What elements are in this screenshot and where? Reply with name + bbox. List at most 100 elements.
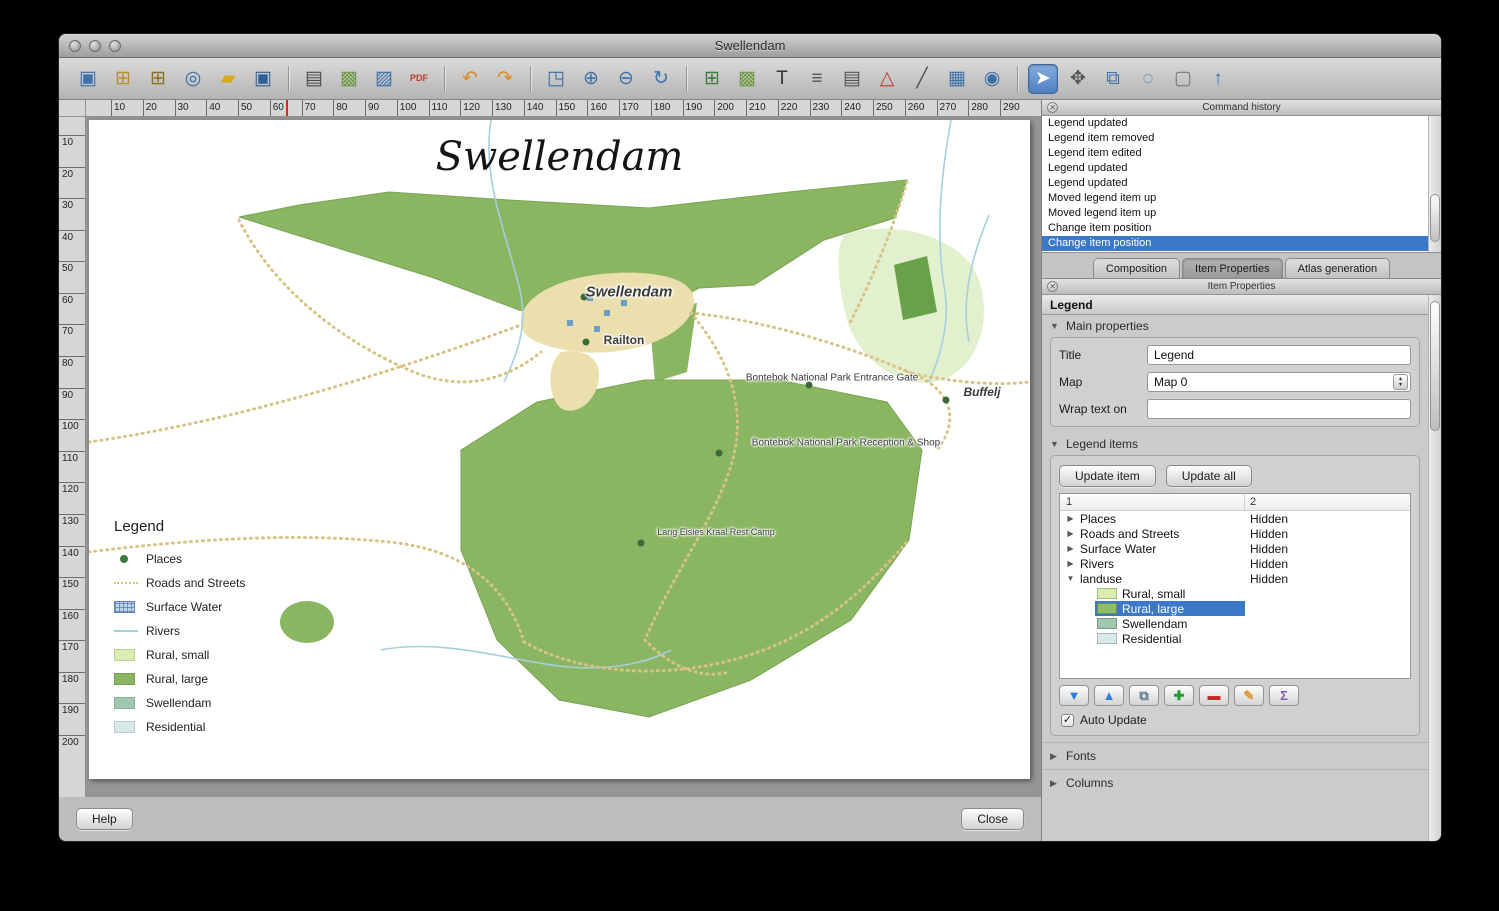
history-scrollbar[interactable] <box>1428 116 1441 252</box>
minimize-window-icon[interactable] <box>89 40 101 52</box>
tree-child-item[interactable]: Swellendam <box>1095 616 1245 631</box>
print-icon[interactable]: ▤ <box>299 64 329 94</box>
new-composition-icon[interactable]: ⊞ <box>108 64 138 94</box>
close-window-icon[interactable] <box>69 40 81 52</box>
tab-atlas-generation[interactable]: Atlas generation <box>1285 258 1391 278</box>
auto-update-checkbox[interactable]: ✓ <box>1061 714 1074 727</box>
history-item[interactable]: Legend updated <box>1042 161 1441 176</box>
tab-item-properties[interactable]: Item Properties <box>1182 258 1283 278</box>
tree-row[interactable]: Residential <box>1060 631 1410 646</box>
move-item-content-icon[interactable]: ✥ <box>1063 64 1093 94</box>
map-dropdown[interactable]: Map 0▴▾ <box>1147 372 1411 392</box>
scrollbar-thumb[interactable] <box>1430 301 1440 431</box>
chevron-down-icon[interactable]: ▼ <box>1065 574 1076 583</box>
add-map-icon[interactable]: ⊞ <box>697 64 727 94</box>
history-item[interactable]: Legend updated <box>1042 116 1441 131</box>
duplicate-composition-icon[interactable]: ⊞ <box>143 64 173 94</box>
add-arrow-icon[interactable]: ╱ <box>907 64 937 94</box>
section-columns[interactable]: ▶Columns <box>1042 769 1428 796</box>
zoom-in-icon[interactable]: ⊕ <box>576 64 606 94</box>
count-symbols-icon[interactable]: Σ <box>1269 685 1299 706</box>
tree-row[interactable]: Rural, large <box>1060 601 1410 616</box>
save-as-template-icon[interactable]: ▣ <box>248 64 278 94</box>
open-folder-icon[interactable]: ▰ <box>213 64 243 94</box>
add-item-icon[interactable]: ✚ <box>1164 685 1194 706</box>
add-label-icon[interactable]: T <box>767 64 797 94</box>
add-image-icon[interactable]: ▩ <box>732 64 762 94</box>
tree-row[interactable]: ▶Surface WaterHidden <box>1060 541 1410 556</box>
title-field[interactable]: Legend <box>1147 345 1411 365</box>
close-button[interactable]: Close <box>961 808 1024 830</box>
tree-child-item[interactable]: Rural, large <box>1095 601 1245 616</box>
tree-row[interactable]: ▼landuseHidden <box>1060 571 1410 586</box>
save-icon[interactable]: ▣ <box>73 64 103 94</box>
add-group-icon[interactable]: ⧉ <box>1129 685 1159 706</box>
history-item[interactable]: Legend item removed <box>1042 131 1441 146</box>
wrap-text-field[interactable] <box>1147 399 1411 419</box>
export-pdf-icon[interactable]: PDF <box>404 64 434 94</box>
properties-scrollbar[interactable] <box>1428 295 1441 841</box>
history-item[interactable]: Change item position <box>1042 221 1441 236</box>
add-legend-icon[interactable]: ≡ <box>802 64 832 94</box>
edit-item-icon[interactable]: ✎ <box>1234 685 1264 706</box>
legend-items-section[interactable]: ▼ Legend items <box>1042 433 1428 455</box>
chevron-right-icon[interactable]: ▶ <box>1065 559 1076 568</box>
tree-column-1: 1 <box>1060 494 1245 510</box>
chevron-right-icon[interactable]: ▶ <box>1065 529 1076 538</box>
map-legend-box[interactable]: Legend PlacesRoads and StreetsSurface Wa… <box>114 518 304 739</box>
redo-icon[interactable]: ↷ <box>490 64 520 94</box>
add-html-frame-icon[interactable]: ◉ <box>977 64 1007 94</box>
add-scalebar-icon[interactable]: ▤ <box>837 64 867 94</box>
history-item[interactable]: Moved legend item up <box>1042 206 1441 221</box>
export-image-icon[interactable]: ▩ <box>334 64 364 94</box>
ungroup-items-icon[interactable]: ◌ <box>1133 64 1163 94</box>
move-item-up-icon[interactable]: ▲ <box>1094 685 1124 706</box>
chevron-right-icon[interactable]: ▶ <box>1065 544 1076 553</box>
remove-item-icon[interactable]: ▬ <box>1199 685 1229 706</box>
zoom-full-icon[interactable]: ◳ <box>541 64 571 94</box>
group-items-icon[interactable]: ⧉ <box>1098 64 1128 94</box>
section-fonts[interactable]: ▶Fonts <box>1042 742 1428 769</box>
move-item-down-icon[interactable]: ▼ <box>1059 685 1089 706</box>
close-panel-icon[interactable]: ✕ <box>1047 102 1058 113</box>
close-panel-icon[interactable]: ✕ <box>1047 281 1058 292</box>
raise-items-icon[interactable]: ↑ <box>1203 64 1233 94</box>
history-item[interactable]: Moved legend item up <box>1042 191 1441 206</box>
undo-icon[interactable]: ↶ <box>455 64 485 94</box>
update-item-button[interactable]: Update item <box>1059 465 1156 487</box>
history-item[interactable]: Legend updated <box>1042 176 1441 191</box>
tree-row[interactable]: Rural, small <box>1060 586 1410 601</box>
composition-page[interactable]: Swellendam SwellendamRailtonBontebok Nat… <box>89 120 1030 779</box>
tree-child-item[interactable]: Residential <box>1095 631 1245 646</box>
main-properties-section[interactable]: ▼ Main properties <box>1042 315 1428 337</box>
map-legend-item: Residential <box>114 715 304 739</box>
history-item[interactable]: Legend item edited <box>1042 146 1441 161</box>
title-bar[interactable]: Swellendam <box>59 34 1441 58</box>
tree-row[interactable]: ▶PlacesHidden <box>1060 511 1410 526</box>
add-attribute-table-icon[interactable]: ▦ <box>942 64 972 94</box>
tree-row[interactable]: Swellendam <box>1060 616 1410 631</box>
chevron-right-icon[interactable]: ▶ <box>1065 514 1076 523</box>
composer-canvas[interactable]: Swellendam SwellendamRailtonBontebok Nat… <box>86 117 1041 797</box>
left-ruler: 1020304050607080901001101201301401501601… <box>59 117 86 797</box>
export-svg-icon[interactable]: ▨ <box>369 64 399 94</box>
update-all-button[interactable]: Update all <box>1166 465 1252 487</box>
tree-row[interactable]: ▶Roads and StreetsHidden <box>1060 526 1410 541</box>
legend-items-tree[interactable]: 1 2 ▶PlacesHidden▶Roads and StreetsHidde… <box>1059 493 1411 679</box>
tree-row[interactable]: ▶RiversHidden <box>1060 556 1410 571</box>
map-label: Bontebok National Park Entrance Gate <box>746 373 918 384</box>
tab-composition[interactable]: Composition <box>1093 258 1180 278</box>
lock-items-icon[interactable]: ▢ <box>1168 64 1198 94</box>
select-move-item-icon[interactable]: ➤ <box>1028 64 1058 94</box>
add-shape-icon[interactable]: △ <box>872 64 902 94</box>
composition-manager-icon[interactable]: ◎ <box>178 64 208 94</box>
right-panel: ✕ Command history Legend updatedLegend i… <box>1041 100 1441 841</box>
tree-child-item[interactable]: Rural, small <box>1095 586 1245 601</box>
refresh-view-icon[interactable]: ↻ <box>646 64 676 94</box>
zoom-window-icon[interactable] <box>109 40 121 52</box>
scrollbar-thumb[interactable] <box>1430 194 1440 242</box>
zoom-out-icon[interactable]: ⊖ <box>611 64 641 94</box>
command-history-list[interactable]: Legend updatedLegend item removedLegend … <box>1042 116 1441 253</box>
history-item[interactable]: Change item position <box>1042 236 1441 251</box>
help-button[interactable]: Help <box>76 808 133 830</box>
